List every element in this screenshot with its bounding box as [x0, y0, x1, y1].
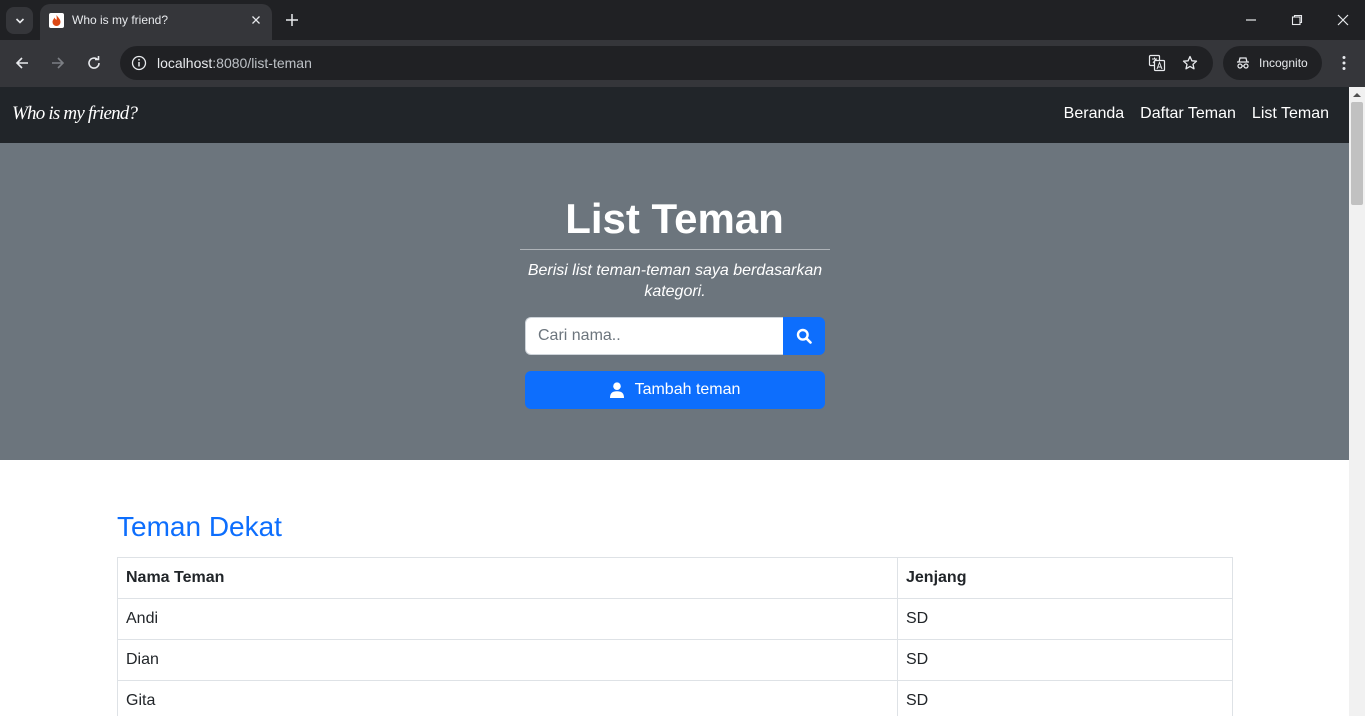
- incognito-icon: [1237, 57, 1249, 69]
- incognito-label: Incognito: [1259, 56, 1308, 70]
- column-header-name: Nama Teman: [117, 557, 898, 599]
- forward-icon: [52, 57, 65, 69]
- forward-button[interactable]: [46, 51, 70, 75]
- plus-icon: [286, 14, 298, 26]
- add-friend-label: Tambah teman: [634, 381, 741, 398]
- restore-button[interactable]: [1285, 8, 1309, 32]
- table-cell-level: SD: [897, 639, 1233, 681]
- user-icon: [609, 382, 624, 398]
- new-tab-button[interactable]: [282, 10, 302, 30]
- search-group: [525, 317, 825, 355]
- table-cell-name: Dian: [117, 639, 898, 681]
- bookmark-button[interactable]: [1181, 54, 1199, 72]
- page-scrollbar[interactable]: [1349, 87, 1365, 716]
- site-navbar: Who is my friend? Beranda Daftar Teman L…: [0, 87, 1349, 143]
- back-button[interactable]: [10, 51, 34, 75]
- chevron-down-icon: [15, 17, 24, 24]
- browser-toolbar: localhost:8080/list-teman Incognito: [0, 40, 1365, 87]
- close-window-button[interactable]: [1331, 8, 1355, 32]
- back-icon: [15, 57, 28, 69]
- table-row: Andi SD: [117, 598, 1233, 640]
- table-cell-level: SD: [897, 680, 1233, 716]
- table-row: Gita SD: [117, 680, 1233, 716]
- page-viewport: Who is my friend? Beranda Daftar Teman L…: [0, 87, 1349, 716]
- url-text: localhost:8080/list-teman: [157, 55, 312, 71]
- close-window-icon: [1337, 14, 1349, 26]
- search-icon: [796, 328, 812, 344]
- scroll-up-icon[interactable]: [1353, 91, 1361, 99]
- tab-close-button[interactable]: [248, 12, 264, 28]
- friends-table: Nama Teman Jenjang Andi SD Dian SD Gita …: [117, 557, 1233, 716]
- restore-icon: [1291, 14, 1303, 26]
- table-cell-name: Gita: [117, 680, 898, 716]
- more-icon: [1342, 56, 1346, 70]
- browser-tab[interactable]: Who is my friend?: [40, 4, 272, 40]
- hero-lead: Berisi list teman-teman saya berdasarkan…: [527, 262, 823, 300]
- page-title: List Teman: [565, 195, 784, 242]
- incognito-indicator[interactable]: Incognito: [1223, 46, 1322, 80]
- tab-title: Who is my friend?: [72, 13, 169, 27]
- info-icon: [131, 55, 147, 71]
- table-header-row: Nama Teman Jenjang: [117, 557, 1233, 599]
- navbar-links: Beranda Daftar Teman List Teman: [1064, 105, 1329, 123]
- translate-icon: [1148, 54, 1166, 72]
- browser-tab-strip: Who is my friend?: [0, 0, 1365, 40]
- hero-section: List Teman Berisi list teman-teman saya …: [0, 143, 1349, 460]
- nav-link-beranda[interactable]: Beranda: [1064, 105, 1125, 123]
- section-title: Teman Dekat: [117, 511, 282, 542]
- column-header-level: Jenjang: [897, 557, 1233, 599]
- browser-menu-button[interactable]: [1332, 51, 1356, 75]
- add-friend-button[interactable]: Tambah teman: [525, 371, 825, 409]
- table-row: Dian SD: [117, 639, 1233, 681]
- reload-button[interactable]: [82, 51, 106, 75]
- nav-link-daftar-teman[interactable]: Daftar Teman: [1140, 105, 1236, 123]
- star-icon: [1182, 55, 1198, 70]
- address-bar[interactable]: localhost:8080/list-teman: [120, 46, 1213, 80]
- navbar-brand[interactable]: Who is my friend?: [12, 103, 138, 125]
- site-info-button[interactable]: [130, 54, 148, 72]
- translate-button[interactable]: [1148, 54, 1166, 72]
- close-icon: [252, 16, 260, 24]
- favicon-icon: [49, 13, 64, 28]
- minimize-button[interactable]: [1239, 8, 1263, 32]
- hero-divider: [520, 249, 830, 250]
- minimize-icon: [1246, 19, 1256, 21]
- table-cell-level: SD: [897, 598, 1233, 640]
- scrollbar-thumb[interactable]: [1351, 102, 1363, 205]
- search-input[interactable]: [525, 317, 783, 355]
- table-cell-name: Andi: [117, 598, 898, 640]
- reload-icon: [88, 56, 100, 69]
- tab-search-button[interactable]: [6, 7, 33, 34]
- nav-link-list-teman[interactable]: List Teman: [1252, 105, 1329, 123]
- search-button[interactable]: [783, 317, 825, 355]
